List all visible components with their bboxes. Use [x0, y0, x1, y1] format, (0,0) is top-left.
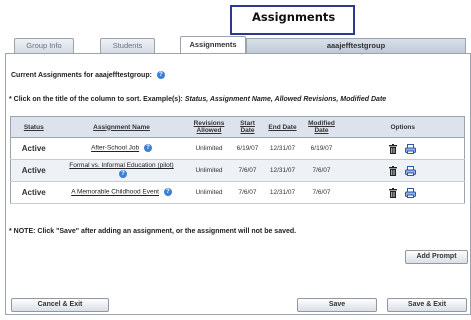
current-label-text: Current Assignments for aaajefftestgroup… [11, 71, 152, 79]
assignment-link[interactable]: After-School Job [91, 145, 139, 152]
table-row: Active After-School Job ? Unlimited 6/19… [10, 137, 465, 160]
options-cell [341, 137, 465, 160]
add-prompt-button[interactable]: Add Prompt [405, 250, 468, 264]
tab-assignments[interactable]: Assignments [180, 36, 246, 53]
print-icon[interactable] [405, 187, 417, 198]
end-date-cell: 12/31/07 [263, 137, 302, 160]
end-date-cell: 12/31/07 [263, 159, 302, 182]
tab-group-info[interactable]: Group Info [14, 38, 74, 53]
assignment-name-cell: Formal vs. Informal Education (pilot) ? [56, 159, 187, 182]
status-cell: Active [10, 159, 57, 182]
column-header-revisions-allowed[interactable]: Revisions Allowed [186, 116, 232, 138]
revisions-cell: Unlimited [186, 137, 232, 160]
sort-hint: * Click on the title of the column to so… [9, 96, 464, 104]
tab-bar: Group Info Students Assignments aaajefft… [10, 35, 466, 53]
assignments-callout: Assignments [230, 5, 355, 35]
trash-icon[interactable] [389, 165, 398, 176]
tab-students[interactable]: Students [100, 38, 155, 53]
callout-title: Assignments [252, 10, 336, 24]
print-icon[interactable] [405, 165, 417, 176]
cancel-exit-button[interactable]: Cancel & Exit [11, 298, 109, 312]
table-row: Active Formal vs. Informal Education (pi… [10, 159, 465, 182]
column-header-options: Options [341, 116, 465, 138]
print-icon[interactable] [405, 143, 417, 154]
assignments-table: Status Assignment Name Revisions Allowed… [10, 116, 465, 204]
group-name: aaajefftestgroup [326, 41, 386, 50]
hint-prefix: * Click on the title of the column to so… [9, 96, 183, 103]
assignment-name-cell: A Memorable Childhood Event ? [56, 181, 187, 204]
info-icon[interactable]: ? [119, 170, 127, 179]
column-header-end-date[interactable]: End Date [263, 116, 302, 138]
modified-date-cell: 7/6/07 [301, 159, 342, 182]
save-button[interactable]: Save [297, 298, 377, 312]
status-cell: Active [10, 181, 57, 204]
start-date-cell: 7/6/07 [231, 181, 264, 204]
trash-icon[interactable] [389, 187, 398, 198]
table-header-row: Status Assignment Name Revisions Allowed… [10, 116, 465, 138]
current-assignments-label: Current Assignments for aaajefftestgroup… [11, 71, 165, 79]
assignment-link[interactable]: A Memorable Childhood Event [71, 189, 159, 196]
save-exit-button[interactable]: Save & Exit [387, 298, 467, 312]
column-header-assignment-name[interactable]: Assignment Name [56, 116, 187, 138]
options-cell [341, 181, 465, 204]
revisions-cell: Unlimited [186, 159, 232, 182]
save-note: * NOTE: Click "Save" after adding an ass… [9, 228, 297, 235]
options-cell [341, 159, 465, 182]
tab-label: Assignments [189, 40, 237, 49]
tab-label: Students [112, 41, 143, 50]
trash-icon[interactable] [389, 143, 398, 154]
info-icon[interactable]: ? [156, 71, 165, 79]
status-cell: Active [10, 137, 57, 160]
column-header-start-date[interactable]: Start Date [231, 116, 264, 138]
hint-examples: Status, Assignment Name, Allowed Revisio… [184, 96, 387, 103]
start-date-cell: 6/19/07 [231, 137, 264, 160]
info-icon[interactable]: ? [163, 188, 172, 197]
table-row: Active A Memorable Childhood Event ? Unl… [10, 181, 465, 204]
info-icon[interactable]: ? [143, 144, 152, 153]
modified-date-cell: 6/19/07 [301, 137, 342, 160]
assignment-name-cell: After-School Job ? [56, 137, 187, 160]
end-date-cell: 12/31/07 [263, 181, 302, 204]
start-date-cell: 7/6/07 [231, 159, 264, 182]
modified-date-cell: 7/6/07 [301, 181, 342, 204]
column-header-status[interactable]: Status [10, 116, 57, 138]
column-header-modified-date[interactable]: Modified Date [301, 116, 342, 138]
revisions-cell: Unlimited [186, 181, 232, 204]
group-name-header: aaajefftestgroup [246, 38, 466, 53]
assignment-link[interactable]: Formal vs. Informal Education (pilot) [69, 162, 173, 169]
tab-label: Group Info [26, 41, 62, 50]
